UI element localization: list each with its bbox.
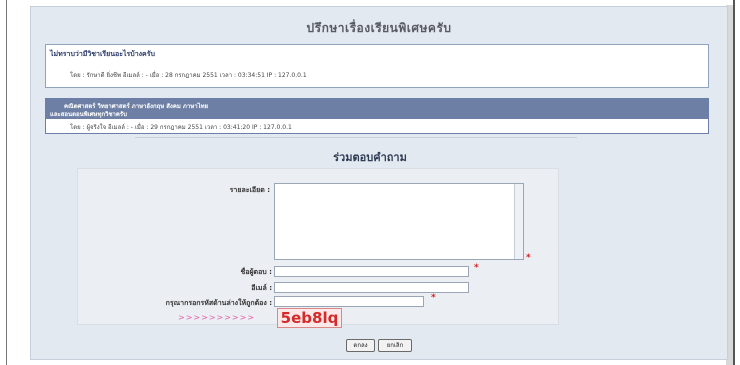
- name-required-mark: *: [474, 263, 479, 273]
- captcha-input[interactable]: [274, 296, 424, 307]
- answer-meta: โดย : ผู้จริงใจ อีเมลล์ : - เมื่อ : 29 ก…: [70, 124, 292, 131]
- submit-button[interactable]: ตกลง: [346, 339, 375, 352]
- textarea-scrollbar[interactable]: [514, 184, 523, 259]
- section-divider: [135, 137, 577, 138]
- cancel-button[interactable]: ยกเลิก: [378, 339, 412, 352]
- page-title: ปรึกษาเรื่องเรียนพิเศษครับ: [306, 21, 452, 35]
- answer-header: คณิตศาสตร์ วิทยาศาสตร์ ภาษาอังกฤษ สังคม …: [46, 99, 708, 119]
- captcha-required-mark: *: [431, 293, 436, 303]
- captcha-label: กรุณากรอกรหัสด้านล่างให้ถูกต้อง :: [165, 299, 272, 307]
- email-label: อีเมล์ :: [251, 284, 272, 292]
- captcha-arrows: >>>>>>>>>>: [178, 313, 256, 322]
- answer-text-line2: และสอนตอนพิเศษทุกวิชาครับ: [50, 111, 127, 118]
- window-border-right: [733, 0, 735, 365]
- details-required-mark: *: [526, 253, 531, 263]
- question-subject: ไม่ทราบว่ามีวิชาเรียนอะไรบ้างครับ: [50, 50, 155, 58]
- name-label: ชื่อผู้ตอบ :: [240, 268, 273, 276]
- window-border-left: [6, 0, 7, 365]
- question-post: ไม่ทราบว่ามีวิชาเรียนอะไรบ้างครับ โดย : …: [45, 44, 709, 88]
- answer-post: คณิตศาสตร์ วิทยาศาสตร์ ภาษาอังกฤษ สังคม …: [45, 98, 709, 134]
- details-textarea[interactable]: [274, 183, 524, 260]
- details-label: รายละเอียด :: [229, 186, 270, 194]
- captcha-image: 5eb8lq: [277, 308, 342, 328]
- name-input[interactable]: [274, 266, 469, 277]
- question-meta: โดย : รักษาดี ยิ่งชีพ อีเมลล์ : - เมื่อ …: [70, 72, 307, 79]
- reply-section-title: ร่วมตอบคำถาม: [333, 151, 407, 164]
- email-input[interactable]: [274, 282, 469, 293]
